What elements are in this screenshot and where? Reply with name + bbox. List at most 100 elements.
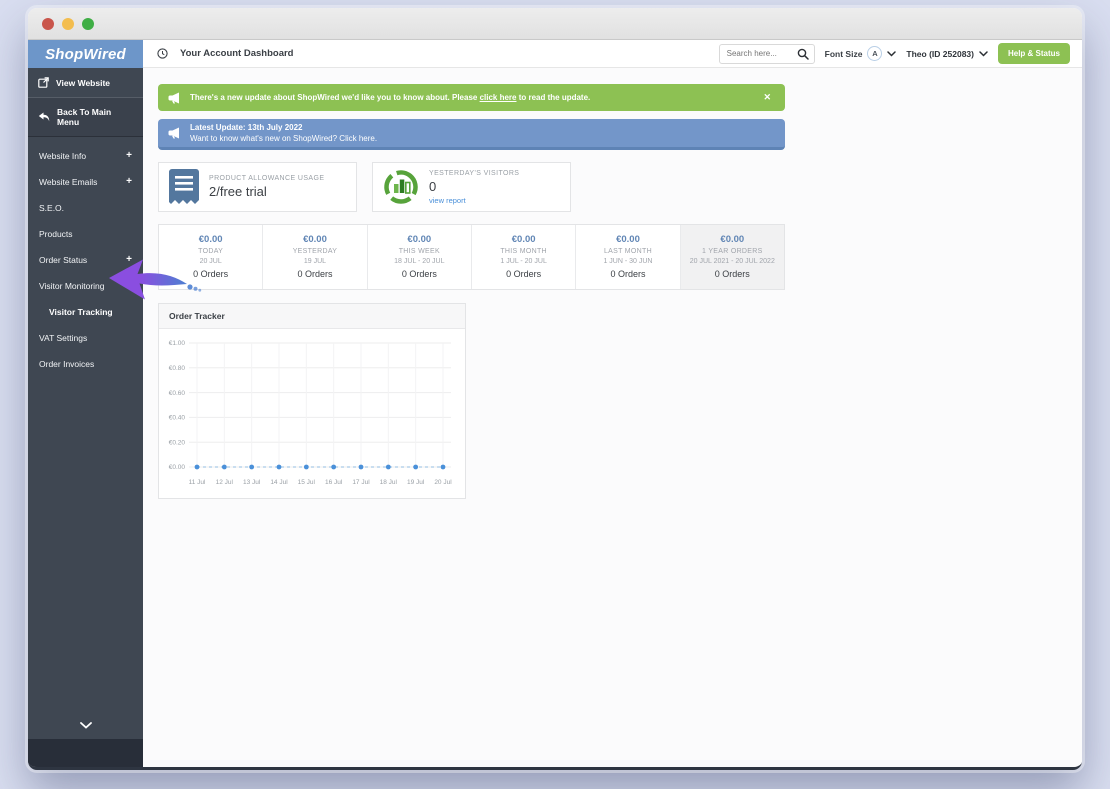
sidebar-item-label: Products: [39, 229, 73, 239]
sidebar-item-view-website[interactable]: View Website: [28, 68, 143, 98]
order-stat-cell-today[interactable]: €0.00TODAY20 JUL0 Orders: [159, 225, 263, 289]
svg-text:19 Jul: 19 Jul: [407, 479, 425, 486]
font-size-badge[interactable]: A: [867, 46, 882, 61]
minimize-window-button[interactable]: [62, 18, 74, 30]
stat-orders-count: 0 Orders: [580, 269, 675, 279]
svg-text:€0.20: €0.20: [169, 439, 186, 446]
search-box[interactable]: [719, 44, 815, 64]
external-link-icon: [38, 77, 49, 88]
order-stat-cell-last-month[interactable]: €0.00 LAST MONTH 1 JUN - 30 JUN 0 Orders: [576, 225, 680, 289]
stat-amount: €0.00: [580, 234, 675, 245]
svg-text:14 Jul: 14 Jul: [270, 479, 288, 486]
search-icon[interactable]: [797, 48, 809, 60]
sidebar-item-label: Order Status: [39, 255, 87, 265]
sidebar-item-back-to-main-menu[interactable]: Back To Main Menu: [28, 98, 143, 137]
stat-period-label: THIS MONTH: [476, 248, 571, 255]
svg-text:13 Jul: 13 Jul: [243, 479, 261, 486]
yesterdays-visitors-card: YESTERDAY'S VISITORS 0 view report: [372, 162, 571, 212]
sidebar-item-label: Website Info: [39, 151, 86, 161]
order-tracker-title: Order Tracker: [159, 304, 465, 329]
search-input[interactable]: [727, 49, 791, 58]
expand-toggle-icon[interactable]: +: [126, 257, 132, 263]
user-menu[interactable]: Theo (ID 252083): [906, 49, 988, 59]
sidebar-item-visitor-monitoring[interactable]: Visitor Monitoring−: [28, 273, 143, 299]
stat-orders-count: 0 Orders: [476, 269, 571, 279]
sidebar-item-visitor-tracking[interactable]: Visitor Tracking: [28, 299, 143, 325]
svg-text:11 Jul: 11 Jul: [189, 479, 206, 486]
latest-update-title: Latest Update: 13th July 2022: [190, 123, 377, 132]
stat-date-range: 1 JUN - 30 JUN: [580, 258, 675, 265]
svg-text:12 Jul: 12 Jul: [216, 479, 234, 486]
help-status-button[interactable]: Help & Status: [998, 43, 1070, 64]
close-icon[interactable]: ✕: [759, 90, 775, 105]
sidebar-scroll-down[interactable]: [28, 714, 143, 739]
card-label: PRODUCT ALLOWANCE USAGE: [209, 175, 324, 182]
stat-amount: €0.00: [476, 234, 571, 245]
sidebar-item-label: View Website: [56, 78, 110, 88]
svg-text:17 Jul: 17 Jul: [352, 479, 370, 486]
sidebar-item-vat-settings[interactable]: VAT Settings: [28, 325, 143, 351]
app-window: ShopWired View Website Back To Main Menu: [28, 8, 1082, 770]
sidebar-item-order-status[interactable]: Order Status +: [28, 247, 143, 273]
sidebar-item-label: S.E.O.: [39, 203, 64, 213]
sidebar-item-label: Order Invoices: [39, 359, 94, 369]
stat-period-label: TODAY: [163, 248, 258, 255]
sidebar-item-label: Visitor Tracking: [49, 307, 113, 317]
clock-icon: [157, 48, 168, 59]
order-stat-cell-1-year-orders[interactable]: €0.001 YEAR ORDERS20 JUL 2021 - 20 JUL 2…: [681, 225, 784, 289]
update-banner: There's a new update about ShopWired we'…: [158, 84, 785, 111]
card-value: 2/free trial: [209, 184, 324, 199]
stat-date-range: 20 JUL: [163, 258, 258, 265]
window-titlebar: [28, 8, 1082, 40]
latest-update-text[interactable]: Want to know what's new on ShopWired? Cl…: [190, 134, 377, 143]
expand-toggle-icon[interactable]: +: [126, 153, 132, 159]
font-size-control[interactable]: Font Size A: [825, 46, 897, 61]
chevron-down-icon[interactable]: [887, 51, 896, 57]
stat-date-range: 18 JUL - 20 JUL: [372, 258, 467, 265]
stat-amount: €0.00: [267, 234, 362, 245]
sidebar-nav: Website Info+Website Emails+S.E.O.Produc…: [28, 137, 143, 714]
svg-text:€0.60: €0.60: [169, 390, 186, 397]
svg-text:€0.40: €0.40: [169, 415, 186, 422]
stat-orders-count: 0 Orders: [267, 269, 362, 279]
chevron-down-icon[interactable]: [979, 51, 988, 57]
svg-text:15 Jul: 15 Jul: [298, 479, 316, 486]
expand-toggle-icon[interactable]: −: [126, 283, 132, 289]
visitors-chart-icon: [383, 169, 419, 205]
page-title: Your Account Dashboard: [180, 48, 293, 59]
sidebar-item-order-invoices[interactable]: Order Invoices: [28, 351, 143, 377]
card-label: YESTERDAY'S VISITORS: [429, 170, 519, 177]
shopwired-logo: ShopWired: [28, 40, 143, 68]
sidebar-footer: [28, 739, 143, 767]
expand-toggle-icon[interactable]: +: [126, 179, 132, 185]
sidebar-item-website-info[interactable]: Website Info +: [28, 143, 143, 169]
stat-period-label: LAST MONTH: [580, 248, 675, 255]
svg-text:€0.00: €0.00: [169, 464, 186, 471]
sidebar-item-label: VAT Settings: [39, 333, 87, 343]
close-window-button[interactable]: [42, 18, 54, 30]
latest-update-banner[interactable]: Latest Update: 13th July 2022 Want to kn…: [158, 119, 785, 150]
view-report-link[interactable]: view report: [429, 196, 519, 205]
stat-orders-count: 0 Orders: [685, 269, 780, 279]
order-stat-cell-this-month[interactable]: €0.00 THIS MONTH 1 JUL - 20 JUL 0 Orders: [472, 225, 576, 289]
sidebar-item-website-emails[interactable]: Website Emails+: [28, 169, 143, 195]
order-stat-cell-this-week[interactable]: €0.00THIS WEEK18 JUL - 20 JUL0 Orders: [368, 225, 472, 289]
user-name: Theo (ID 252083): [906, 49, 974, 59]
svg-text:€0.80: €0.80: [169, 365, 186, 372]
svg-text:20 Jul: 20 Jul: [434, 479, 452, 486]
product-allowance-card: PRODUCT ALLOWANCE USAGE 2/free trial: [158, 162, 357, 212]
chevron-down-icon: [80, 722, 92, 729]
sidebar-item-products[interactable]: Products: [28, 221, 143, 247]
stat-amount: €0.00: [163, 234, 258, 245]
stat-date-range: 1 JUL - 20 JUL: [476, 258, 571, 265]
order-tracker-card: Order Tracker €0.00€0.20€0.40€0.60€0.80€…: [158, 303, 466, 499]
banner-message: There's a new update about ShopWired we'…: [190, 93, 590, 102]
click-here-link[interactable]: click here: [480, 93, 517, 102]
zoom-window-button[interactable]: [82, 18, 94, 30]
sidebar-item-s-e-o[interactable]: S.E.O.: [28, 195, 143, 221]
main-header: Your Account Dashboard Font Size: [143, 40, 1082, 68]
stat-date-range: 20 JUL 2021 - 20 JUL 2022: [685, 258, 780, 265]
svg-text:16 Jul: 16 Jul: [325, 479, 343, 486]
order-stat-cell-yesterday[interactable]: €0.00YESTERDAY19 JUL0 Orders: [263, 225, 367, 289]
svg-text:18 Jul: 18 Jul: [380, 479, 398, 486]
